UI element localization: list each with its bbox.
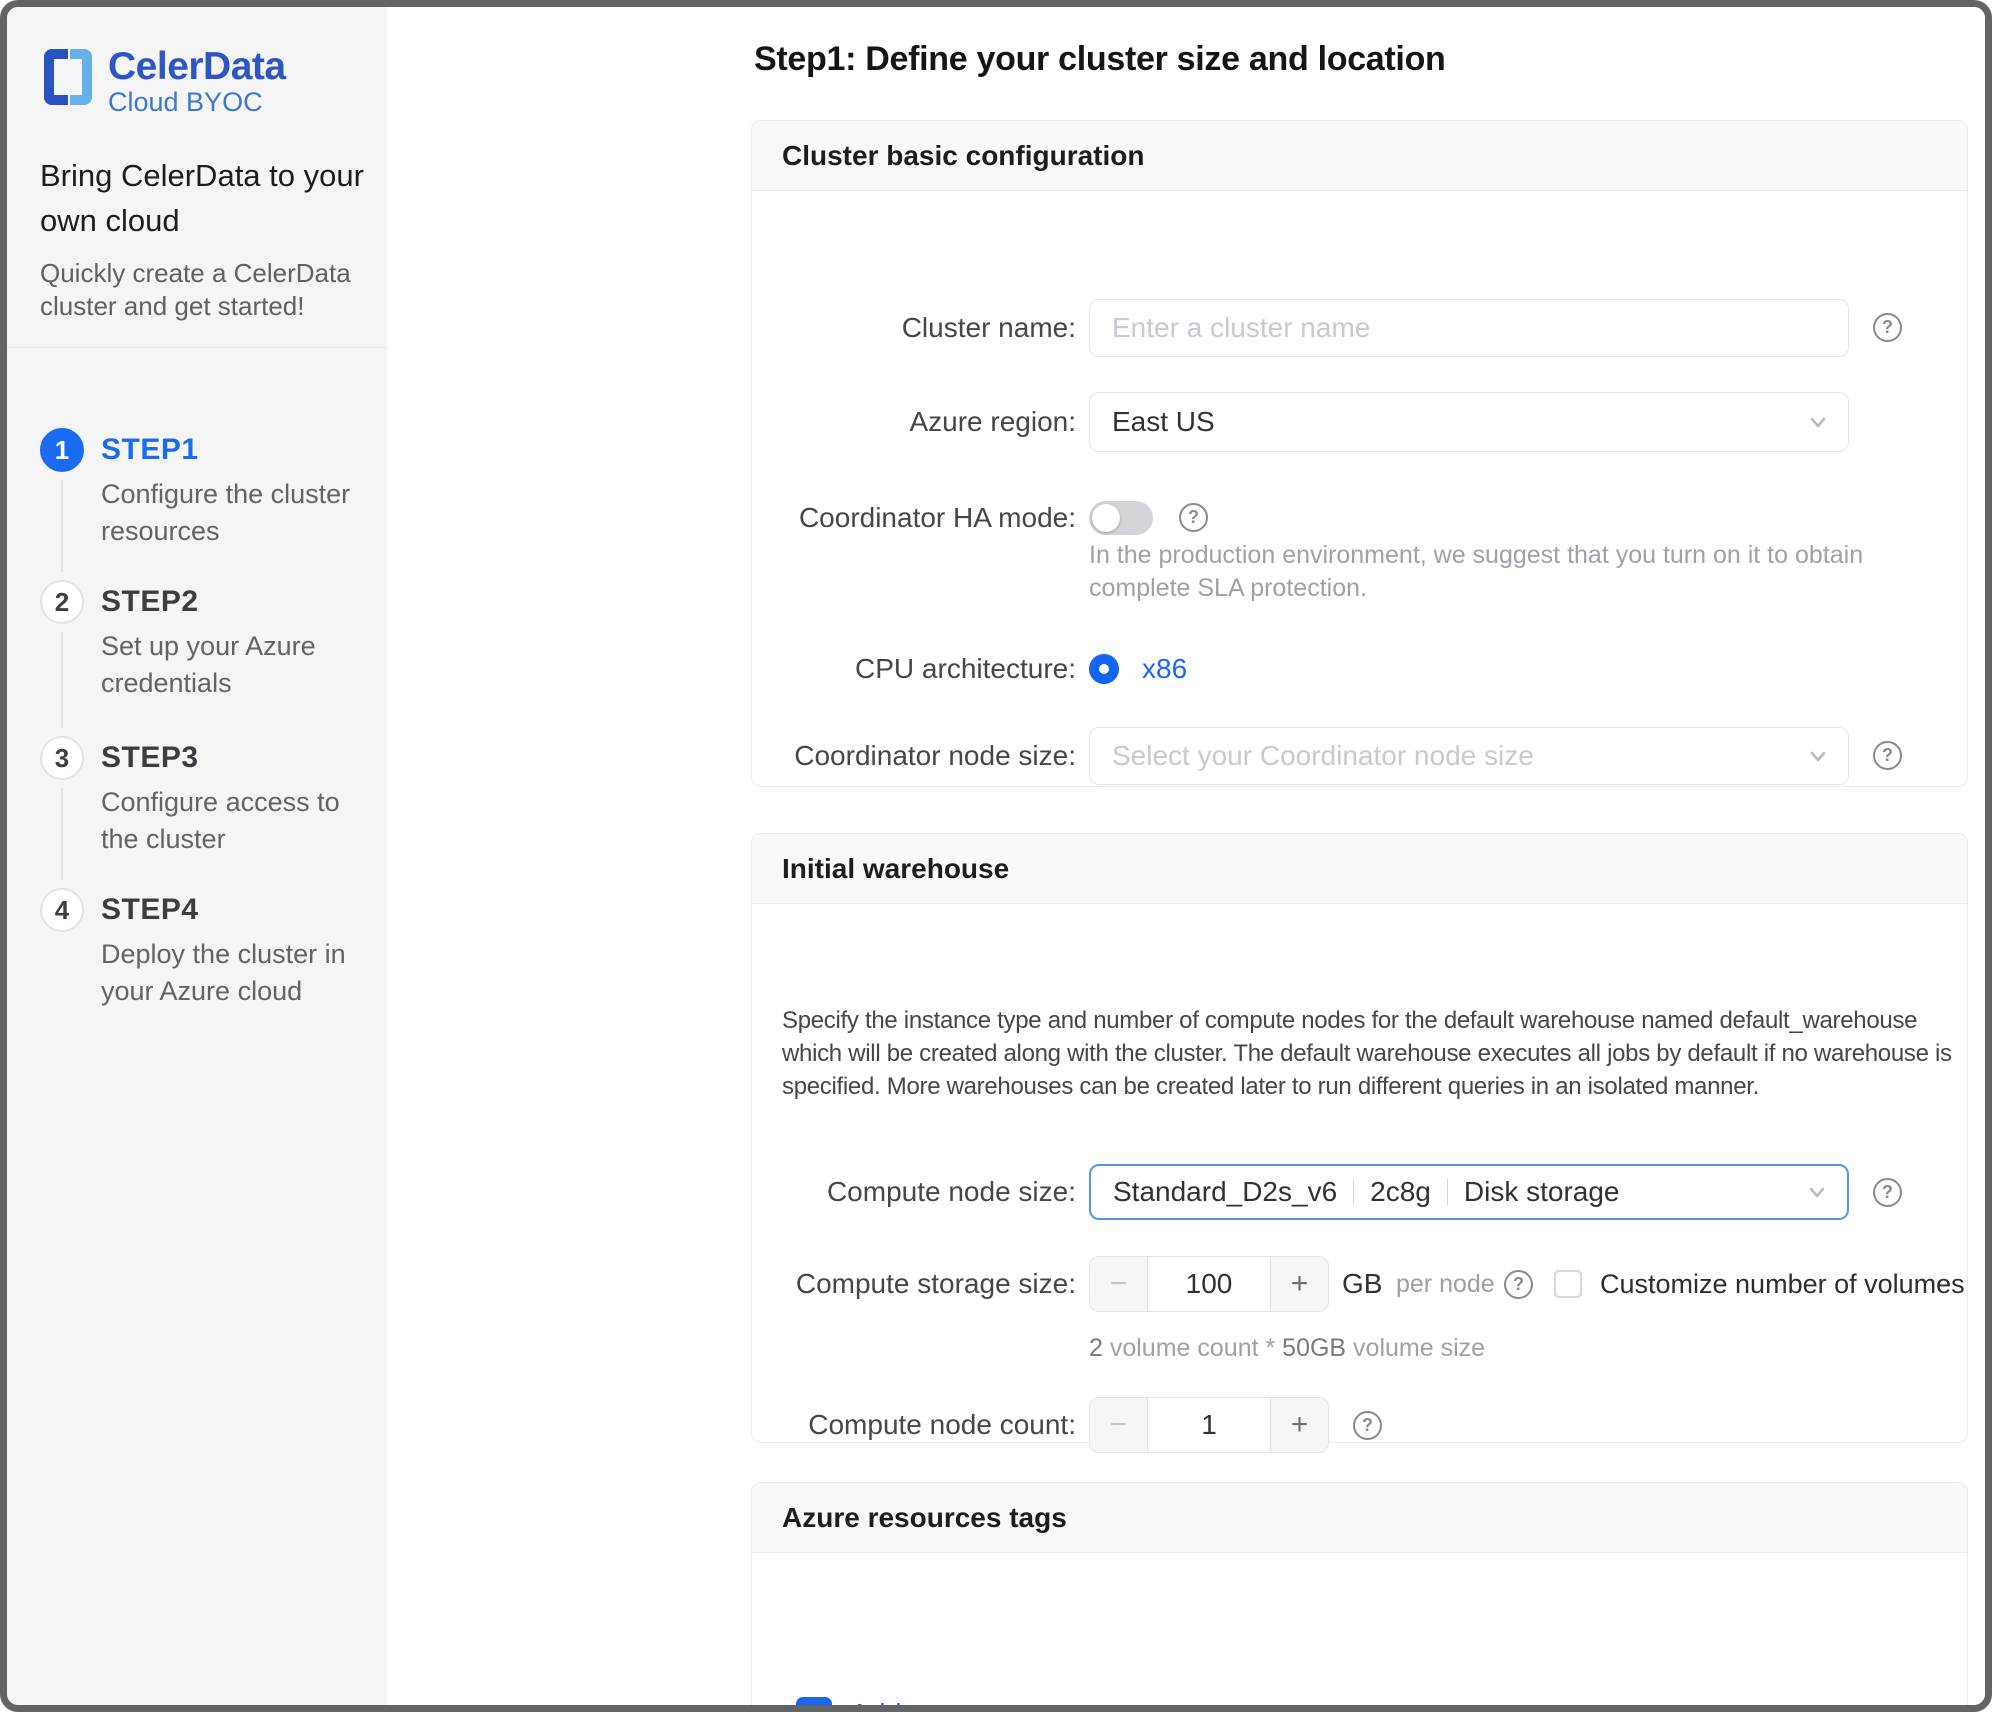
celerdata-logo-icon: [44, 49, 94, 107]
chevron-down-icon: [1804, 408, 1832, 436]
compute-node-size-help-icon[interactable]: [1873, 1178, 1902, 1207]
compute-node-size-select[interactable]: Standard_D2s_v6 2c8g Disk storage: [1089, 1164, 1849, 1220]
coordinator-node-size-placeholder: Select your Coordinator node size: [1112, 740, 1534, 772]
step-item-4[interactable]: 4 STEP4 Deploy the cluster in your Azure…: [40, 888, 356, 1010]
logo: CelerData Cloud BYOC: [44, 47, 286, 116]
step-2-label: STEP2: [101, 580, 356, 624]
coordinator-node-size-help-icon[interactable]: [1873, 741, 1902, 770]
step-3-badge: 3: [40, 736, 84, 780]
compute-storage-size-input[interactable]: [1148, 1257, 1270, 1311]
cpu-architecture-label: CPU architecture:: [772, 651, 1076, 687]
cluster-name-label: Cluster name:: [772, 299, 1076, 357]
azure-region-value: East US: [1112, 406, 1215, 438]
step-1-badge: 1: [40, 428, 84, 472]
per-node-label: per node: [1396, 1256, 1495, 1312]
node-count-increase-button[interactable]: [1270, 1398, 1328, 1452]
volume-hint-suffix: volume size: [1346, 1334, 1485, 1362]
volume-count-value: 2: [1089, 1334, 1103, 1362]
coordinator-ha-hint: In the production environment, we sugges…: [1089, 539, 1884, 605]
compute-node-count-label: Compute node count:: [772, 1397, 1076, 1453]
step-1-description: Configure the cluster resources: [101, 476, 356, 550]
cluster-name-help-icon[interactable]: [1873, 313, 1902, 342]
toggle-knob: [1092, 504, 1120, 532]
cluster-basic-configuration-card: Cluster basic configuration Cluster name…: [751, 120, 1968, 787]
chevron-down-icon: [1804, 742, 1832, 770]
storage-unit-label: GB: [1342, 1256, 1382, 1312]
step-3-description: Configure access to the cluster: [101, 784, 356, 858]
initial-warehouse-description: Specify the instance type and number of …: [782, 1004, 1967, 1103]
compute-node-count-input[interactable]: [1148, 1398, 1270, 1452]
separator: [1447, 1179, 1448, 1205]
coordinator-ha-toggle[interactable]: [1089, 501, 1153, 535]
step-4-badge: 4: [40, 888, 84, 932]
radio-dot: [1099, 664, 1109, 674]
card-header-basic-config: Cluster basic configuration: [752, 121, 1967, 191]
node-size-spec: 2c8g: [1370, 1176, 1431, 1208]
separator: [1353, 1179, 1354, 1205]
coordinator-ha-help-icon[interactable]: [1179, 503, 1208, 532]
cpu-x86-option-label[interactable]: x86: [1142, 654, 1187, 684]
initial-warehouse-card: Initial warehouse Specify the instance t…: [751, 833, 1968, 1443]
sidebar: CelerData Cloud BYOC Bring CelerData to …: [7, 7, 387, 1705]
add-tag-plus-icon[interactable]: [796, 1697, 832, 1712]
product-name: Cloud BYOC: [108, 89, 286, 116]
step-connector: [61, 632, 63, 728]
storage-increase-button[interactable]: [1270, 1257, 1328, 1311]
cluster-name-input[interactable]: [1089, 299, 1849, 357]
per-node-help-icon[interactable]: [1504, 1270, 1533, 1299]
logo-bracket-left: [44, 49, 68, 105]
sidebar-divider: [7, 347, 387, 348]
compute-node-size-label: Compute node size:: [772, 1164, 1076, 1220]
sidebar-heading: Bring CelerData to your own cloud: [40, 153, 375, 243]
card-header-azure-tags: Azure resources tags: [752, 1483, 1967, 1553]
coordinator-node-size-select[interactable]: Select your Coordinator node size: [1089, 727, 1849, 785]
customize-volumes-checkbox[interactable]: [1554, 1270, 1582, 1298]
compute-storage-size-stepper: [1089, 1256, 1329, 1312]
compute-node-count-stepper: [1089, 1397, 1329, 1453]
node-count-help-icon[interactable]: [1353, 1411, 1382, 1440]
azure-region-select[interactable]: East US: [1089, 392, 1849, 452]
brand-name: CelerData: [108, 47, 286, 86]
azure-resources-tags-card: Azure resources tags Add tag Automatical…: [751, 1482, 1968, 1712]
step-2-badge: 2: [40, 580, 84, 624]
storage-decrease-button[interactable]: [1090, 1257, 1148, 1311]
volume-size-value: 50GB: [1282, 1334, 1346, 1362]
compute-storage-size-label: Compute storage size:: [772, 1256, 1076, 1312]
step-connector: [61, 480, 63, 572]
step-3-label: STEP3: [101, 736, 356, 780]
step-item-2[interactable]: 2 STEP2 Set up your Azure credentials: [40, 580, 356, 702]
step-connector: [61, 788, 63, 880]
step-item-1[interactable]: 1 STEP1 Configure the cluster resources: [40, 428, 356, 550]
volume-hint-text: volume count *: [1103, 1334, 1282, 1362]
cpu-x86-radio[interactable]: [1089, 654, 1119, 684]
azure-region-label: Azure region:: [772, 392, 1076, 452]
node-count-decrease-button[interactable]: [1090, 1398, 1148, 1452]
sidebar-subheading: Quickly create a CelerData cluster and g…: [40, 257, 365, 323]
volume-hint: 2 volume count * 50GB volume size: [1089, 1332, 1789, 1365]
coordinator-ha-label: Coordinator HA mode:: [772, 494, 1076, 542]
step-4-label: STEP4: [101, 888, 356, 932]
step-4-description: Deploy the cluster in your Azure cloud: [101, 936, 356, 1010]
node-size-instance: Standard_D2s_v6: [1113, 1176, 1337, 1208]
add-tag-button[interactable]: Add tag: [850, 1697, 950, 1712]
card-header-initial-warehouse: Initial warehouse: [752, 834, 1967, 904]
app-window: CelerData Cloud BYOC Bring CelerData to …: [0, 0, 1992, 1712]
step-2-description: Set up your Azure credentials: [101, 628, 356, 702]
coordinator-node-size-label: Coordinator node size:: [772, 727, 1076, 785]
step-1-label: STEP1: [101, 428, 356, 472]
step-item-3[interactable]: 3 STEP3 Configure access to the cluster: [40, 736, 356, 858]
page-title: Step1: Define your cluster size and loca…: [754, 40, 1446, 79]
customize-volumes-label[interactable]: Customize number of volumes: [1600, 1256, 1965, 1312]
chevron-down-icon: [1803, 1178, 1831, 1206]
node-size-storage-type: Disk storage: [1464, 1176, 1620, 1208]
logo-bracket-right: [70, 49, 92, 105]
